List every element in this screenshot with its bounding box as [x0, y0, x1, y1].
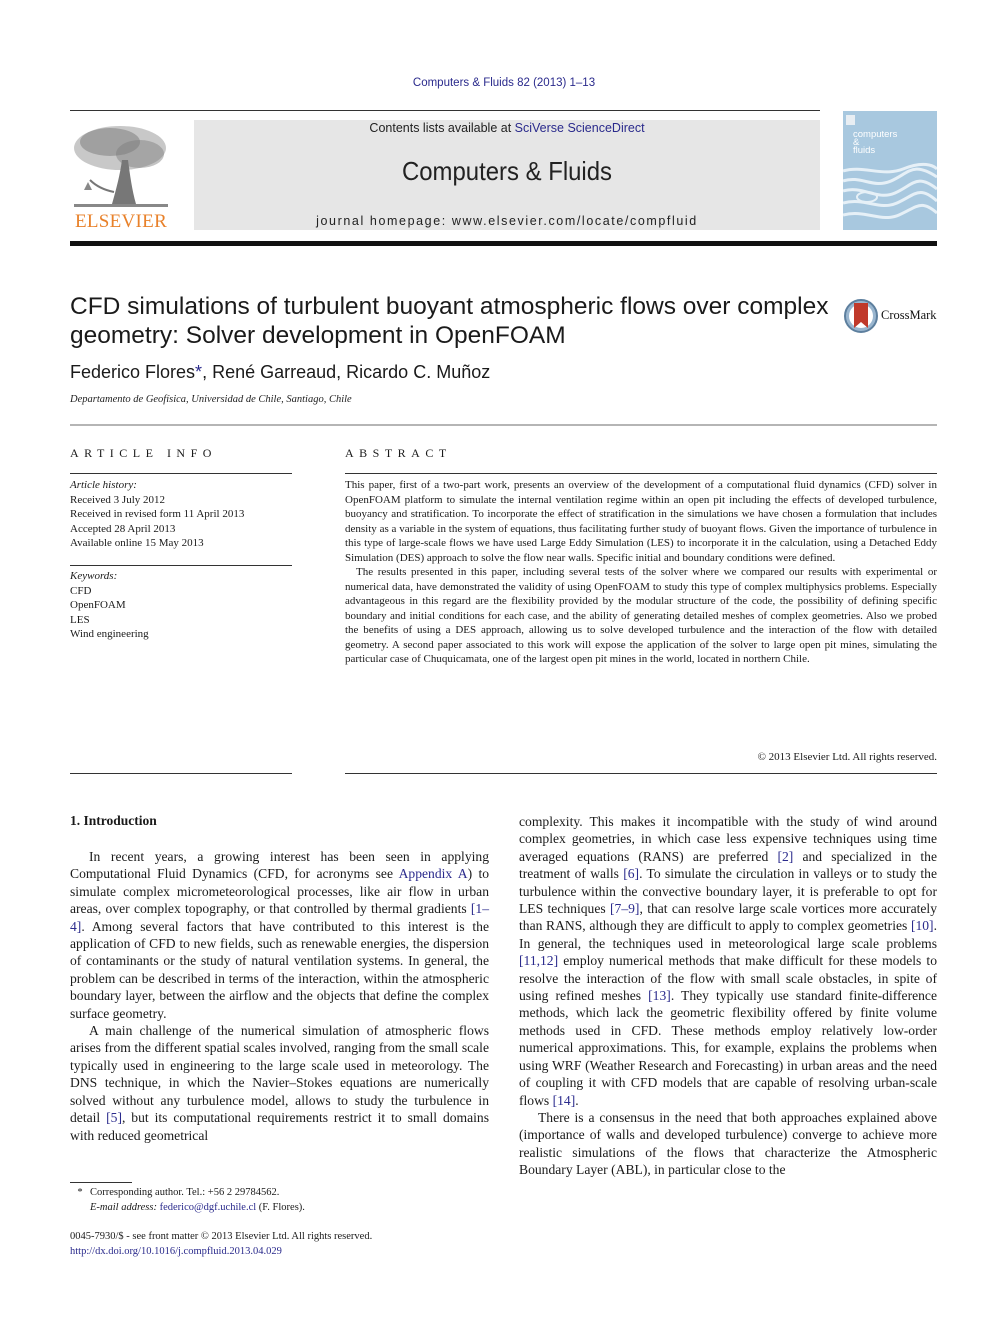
crossmark-icon — [844, 299, 878, 333]
journal-title: Computers & Fluids — [401, 156, 613, 186]
author-name[interactable]: Ricardo C. Muñoz — [346, 362, 490, 382]
citation-link[interactable]: [10] — [911, 918, 934, 933]
contents-availability: Contents lists available at SciVerse Sci… — [194, 121, 820, 135]
email-link[interactable]: federico@dgf.uchile.cl — [160, 1202, 257, 1213]
journal-homepage-link[interactable]: journal homepage: www.elsevier.com/locat… — [194, 214, 820, 228]
footnote-mark: * — [77, 1187, 83, 1198]
body-paragraph: A main challenge of the numerical simula… — [70, 1022, 489, 1144]
history-label: Article history: — [70, 479, 137, 491]
crossmark-label: CrossMark — [881, 308, 937, 322]
contents-prefix: Contents lists available at — [369, 121, 515, 135]
divider — [70, 565, 292, 566]
keywords-label: Keywords: — [70, 570, 118, 582]
doi-link[interactable]: http://dx.doi.org/10.1016/j.compfluid.20… — [70, 1245, 490, 1260]
divider — [70, 473, 292, 474]
footnote: * Corresponding author. Tel.: +56 2 29784… — [70, 1185, 490, 1215]
corresponding-author-mark[interactable]: * — [195, 362, 202, 382]
abstract-paragraph: This paper, first of a two-part work, pr… — [345, 479, 937, 564]
keywords-list: Keywords: CFD OpenFOAM LES Wind engineer… — [70, 569, 295, 642]
author-affiliation: Departamento de Geofísica, Universidad d… — [70, 394, 352, 405]
author-name[interactable]: René Garreaud — [212, 362, 336, 382]
front-matter: 0045-7930/$ - see front matter © 2013 El… — [70, 1230, 490, 1259]
title-divider — [70, 424, 937, 426]
email-suffix: (F. Flores). — [256, 1202, 305, 1213]
history-item: Accepted 28 April 2013 — [70, 522, 176, 535]
body-column-right: complexity. This makes it incompatible w… — [519, 813, 937, 1179]
divider — [345, 773, 937, 774]
citation-link[interactable]: [13] — [648, 988, 671, 1003]
cover-title-line: fluids — [853, 145, 876, 156]
corresponding-text: Corresponding author. Tel.: +56 2 297845… — [90, 1187, 280, 1198]
keyword: LES — [70, 613, 90, 626]
citation-link[interactable]: [6] — [623, 866, 639, 881]
body-text-run: There is a consensus in the need that bo… — [519, 1109, 937, 1178]
history-item: Available online 15 May 2013 — [70, 537, 204, 549]
journal-cover-image[interactable]: computers & fluids — [843, 111, 937, 230]
citation-link[interactable]: Appendix A — [399, 866, 468, 881]
body-text-run: . — [575, 1092, 579, 1108]
body-text-run: . They typically use standard finite-dif… — [519, 988, 937, 1108]
article-history: Article history: Received 3 July 2012 Re… — [70, 478, 295, 551]
citation-link[interactable]: [14] — [553, 1093, 576, 1108]
corresponding-author-note: * Corresponding author. Tel.: +56 2 29784… — [70, 1185, 490, 1200]
author-name[interactable]: Federico Flores — [70, 362, 195, 382]
author-list: Federico Flores*, René Garreaud, Ricardo… — [70, 362, 490, 383]
section-heading-introduction: 1. Introduction — [70, 813, 157, 828]
author-separator: , — [202, 362, 213, 382]
citation-link[interactable]: [11,12] — [519, 953, 558, 968]
cover-title-line: computers — [853, 129, 898, 140]
email-note: E-mail address: federico@dgf.uchile.cl (… — [70, 1200, 490, 1215]
journal-masthead: Contents lists available at SciVerse Sci… — [194, 120, 820, 230]
citation-link[interactable]: [2] — [777, 849, 793, 864]
email-label: E-mail address: — [90, 1202, 157, 1213]
history-item: Received 3 July 2012 — [70, 493, 166, 506]
footnote-divider — [70, 1182, 132, 1183]
crossmark-button[interactable]: CrossMark — [843, 298, 943, 334]
abstract-copyright: © 2013 Elsevier Ltd. All rights reserved… — [757, 751, 937, 763]
top-divider — [70, 110, 820, 111]
journal-reference-link[interactable]: Computers & Fluids 82 (2013) 1–13 — [0, 77, 992, 89]
cover-title: computers & fluids — [853, 129, 898, 156]
divider — [70, 773, 292, 774]
author-separator: , — [336, 362, 347, 382]
tree-icon — [70, 120, 172, 210]
body-text-run: . Among several factors that have con­tr… — [70, 918, 489, 1021]
issn-line: 0045-7930/$ - see front matter © 2013 El… — [70, 1231, 373, 1242]
abstract-heading: ABSTRACT — [345, 446, 452, 460]
keyword: OpenFOAM — [70, 599, 126, 611]
body-paragraph: In recent years, a growing interest has … — [70, 848, 489, 1022]
keyword: CFD — [70, 584, 92, 597]
body-text-run: , but its computational requirements res… — [70, 1110, 490, 1143]
history-item: Received in revised form 11 April 2013 — [70, 508, 245, 520]
sciencedirect-link[interactable]: SciVerse ScienceDirect — [515, 121, 645, 135]
keyword: Wind engineering — [70, 628, 149, 640]
body-column-left: In recent years, a growing interest has … — [70, 848, 489, 1144]
citation-link[interactable]: [7–9] — [610, 901, 639, 916]
divider — [345, 473, 937, 474]
header-thick-divider — [70, 241, 937, 246]
elsevier-wordmark: ELSEVIER — [74, 211, 168, 232]
body-paragraph: There is a consensus in the need that bo… — [519, 1109, 937, 1179]
article-info-heading: ARTICLE INFO — [70, 446, 217, 460]
abstract-body: This paper, first of a two-part work, pr… — [345, 478, 937, 667]
abstract-paragraph: The results presented in this paper, inc… — [345, 566, 937, 665]
article-title: CFD simulations of turbulent buoyant atm… — [70, 293, 829, 349]
citation-link[interactable]: [5] — [106, 1110, 122, 1125]
body-paragraph: complexity. This makes it incompatible w… — [519, 813, 937, 1109]
